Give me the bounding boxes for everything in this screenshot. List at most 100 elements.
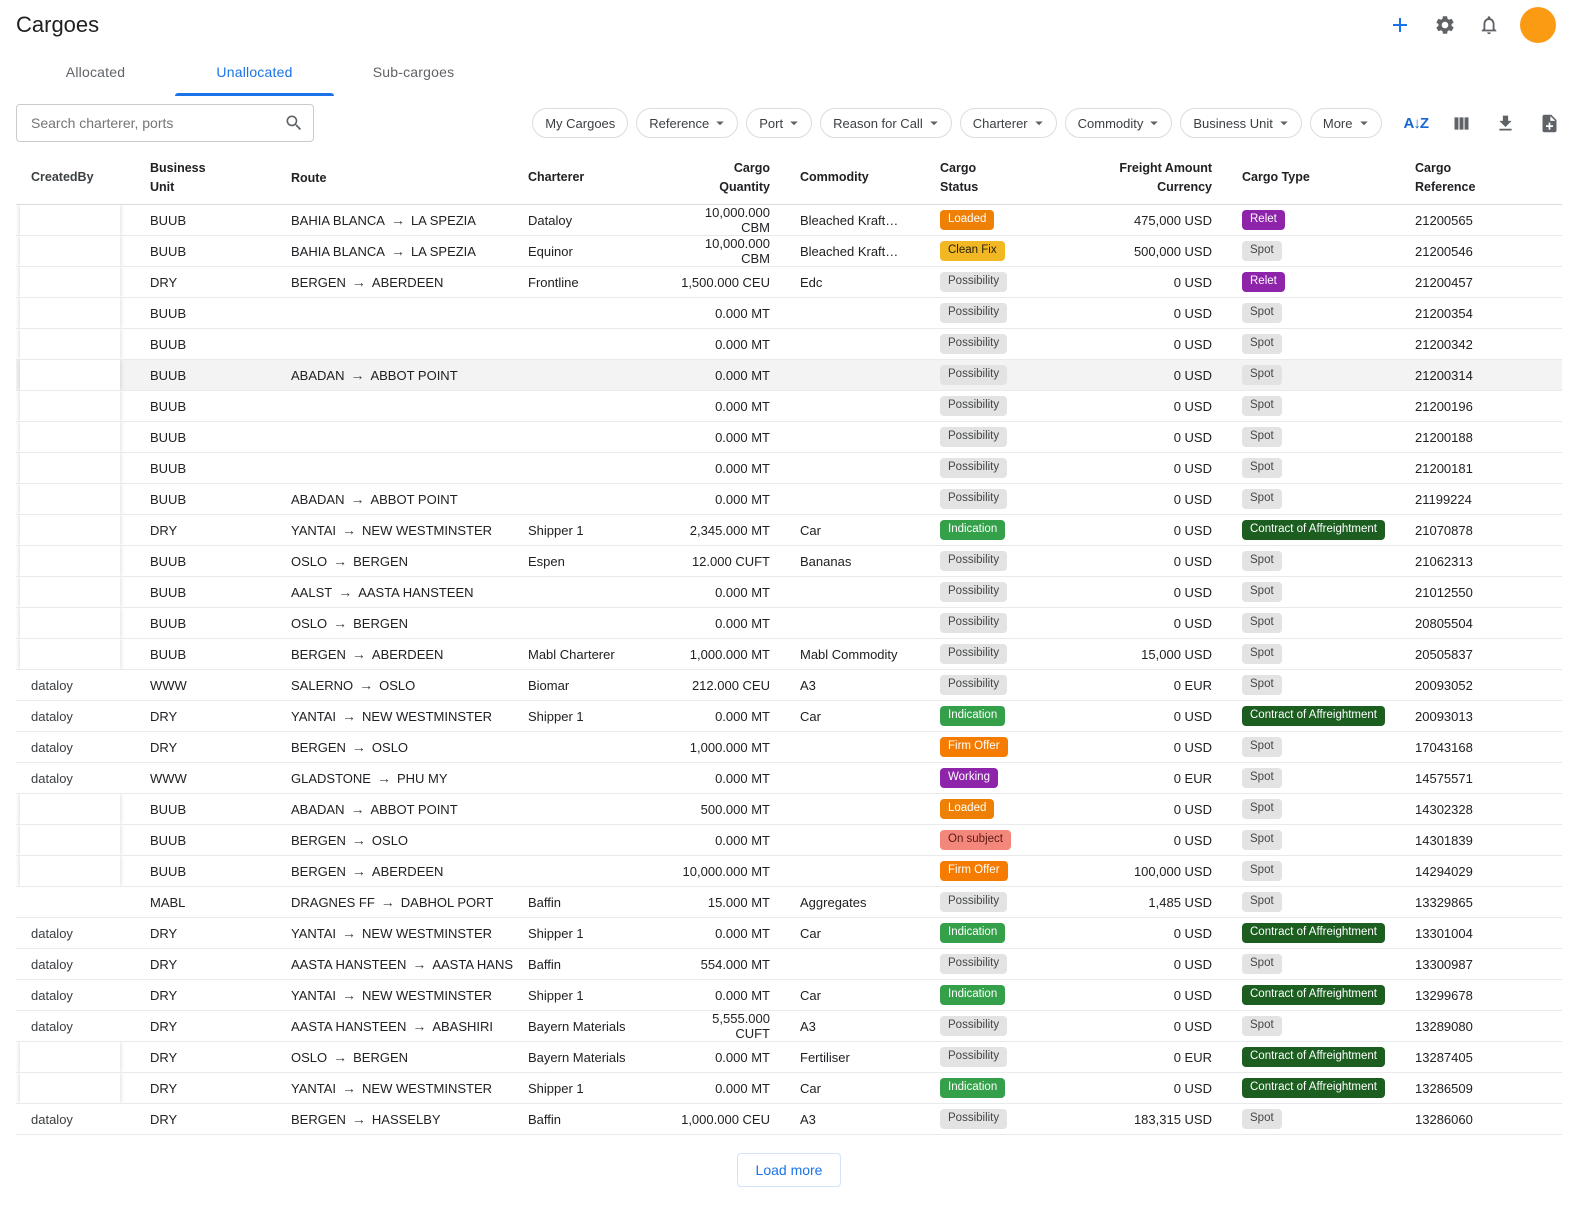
column-header-created-by[interactable]: CreatedBy [16,152,135,204]
cargo-table: CreatedByBusinessUnitRouteChartererCargo… [16,152,1562,1135]
settings-button[interactable] [1432,12,1458,38]
filter-chip-more[interactable]: More [1310,108,1382,138]
cell-cargo-reference: 21200314 [1403,368,1562,383]
cell-charterer: Bayern Materials [513,1050,663,1065]
download-button[interactable] [1493,111,1518,136]
column-header-cargo-type[interactable]: Cargo Type [1227,168,1403,187]
table-row[interactable]: BUUBBAHIA BLANCA→LA SPEZIAEquinor10,000.… [16,236,1562,267]
table-row[interactable]: dataloyDRYBERGEN→HASSELBYBaffin1,000.000… [16,1104,1562,1135]
route-arrow-icon: → [352,739,366,755]
table-row[interactable]: DRYYANTAI→NEW WESTMINSTERShipper 12,345.… [16,515,1562,546]
table-row[interactable]: dataloyDRYAASTA HANSTEEN→AASTA HANSTEENB… [16,949,1562,980]
table-row[interactable]: DRYOSLO→BERGENBayern Materials0.000 MTFe… [16,1042,1562,1073]
table-row[interactable]: DRYYANTAI→NEW WESTMINSTERShipper 10.000 … [16,1073,1562,1104]
route-origin: BAHIA BLANCA [291,244,385,259]
cell-cargo-type: Spot [1227,861,1403,881]
table-row[interactable]: MABLDRAGNES FF→DABHOL PORTBaffin15.000 M… [16,887,1562,918]
table-row[interactable]: BUUB0.000 MTPossibility0 USDSpot21200196 [16,391,1562,422]
view-columns-icon [1451,113,1472,134]
sort-az-button[interactable]: A↓Z [1402,113,1431,134]
table-row[interactable]: dataloyDRYAASTA HANSTEEN→ABASHIRIBayern … [16,1011,1562,1042]
table-row[interactable]: BUUBBERGEN→OSLO0.000 MTOn subject0 USDSp… [16,825,1562,856]
route-origin: YANTAI [291,988,336,1003]
filter-chip-port[interactable]: Port [746,108,812,138]
table-row[interactable]: DRYBERGEN→ABERDEENFrontline1,500.000 CEU… [16,267,1562,298]
cell-cargo-reference: 20093052 [1403,678,1562,693]
filter-chip-reason-for-call[interactable]: Reason for Call [820,108,952,138]
cell-cargo-status: Possibility [925,272,1097,292]
table-row[interactable]: BUUBBERGEN→ABERDEENMabl Charterer1,000.0… [16,639,1562,670]
cell-created-by [16,577,135,607]
cargo-type-badge: Spot [1242,334,1282,354]
table-row[interactable]: BUUBAALST→AASTA HANSTEEN0.000 MTPossibil… [16,577,1562,608]
cell-cargo-reference: 20093013 [1403,709,1562,724]
table-row[interactable]: BUUBBERGEN→ABERDEEN10,000.000 MTFirm Off… [16,856,1562,887]
tab-sub-cargoes[interactable]: Sub-cargoes [334,48,493,96]
table-row[interactable]: BUUB0.000 MTPossibility0 USDSpot21200354 [16,298,1562,329]
cell-cargo-quantity: 0.000 MT [663,833,785,848]
route-destination: LA SPEZIA [411,244,476,259]
cell-created-by: dataloy [16,1011,135,1041]
cell-route: BERGEN→HASSELBY [276,1108,513,1131]
export-file-button[interactable] [1537,111,1562,136]
table-row[interactable]: dataloyDRYBERGEN→OSLO1,000.000 MTFirm Of… [16,732,1562,763]
tab-unallocated[interactable]: Unallocated [175,48,334,96]
table-row[interactable]: BUUBOSLO→BERGEN0.000 MTPossibility0 USDS… [16,608,1562,639]
route-destination: BERGEN [353,1050,408,1065]
route-origin: AASTA HANSTEEN [291,1019,406,1034]
load-more-button[interactable]: Load more [737,1153,842,1187]
cell-cargo-reference: 21062313 [1403,554,1562,569]
search-icon[interactable] [284,113,304,133]
table-row[interactable]: dataloyWWWGLADSTONE→PHU MY0.000 MTWorkin… [16,763,1562,794]
tab-allocated[interactable]: Allocated [16,48,175,96]
table-row[interactable]: BUUBABADAN→ABBOT POINT0.000 MTPossibilit… [16,360,1562,391]
column-header-cargo-status[interactable]: CargoStatus [925,159,1097,198]
route-arrow-icon: → [338,584,352,600]
column-header-charterer[interactable]: Charterer [513,168,663,187]
column-header-freight-amount-currency[interactable]: Freight AmountCurrency [1097,159,1227,198]
filter-chip-business-unit[interactable]: Business Unit [1180,108,1301,138]
column-header-commodity[interactable]: Commodity [785,168,925,187]
cargo-status-badge: Firm Offer [940,737,1008,757]
add-button[interactable] [1386,11,1414,39]
cell-route: DRAGNES FF→DABHOL PORT [276,891,513,914]
filter-chip-my-cargoes[interactable]: My Cargoes [532,108,628,138]
cell-business-unit: DRY [135,1050,276,1065]
filter-chip-reference[interactable]: Reference [636,108,738,138]
columns-button[interactable] [1449,111,1474,136]
table-row[interactable]: dataloyDRYYANTAI→NEW WESTMINSTERShipper … [16,701,1562,732]
cell-business-unit: BUUB [135,368,276,383]
table-row[interactable]: dataloyDRYYANTAI→NEW WESTMINSTERShipper … [16,918,1562,949]
route-destination: NEW WESTMINSTER [362,926,492,941]
table-row[interactable]: BUUB0.000 MTPossibility0 USDSpot21200181 [16,453,1562,484]
chevron-down-icon [785,114,803,132]
user-avatar[interactable] [1520,7,1556,43]
cell-charterer: Frontline [513,275,663,290]
cell-cargo-status: Indication [925,985,1097,1005]
table-row[interactable]: BUUBBAHIA BLANCA→LA SPEZIADataloy10,000.… [16,205,1562,236]
table-row[interactable]: BUUBABADAN→ABBOT POINT500.000 MTLoaded0 … [16,794,1562,825]
cell-created-by [16,329,135,359]
cell-cargo-quantity: 10,000.000 CBM [663,236,785,266]
cell-commodity: Car [785,988,925,1003]
cell-cargo-reference: 13286509 [1403,1081,1562,1096]
search-input[interactable] [16,104,314,142]
table-row[interactable]: BUUB0.000 MTPossibility0 USDSpot21200188 [16,422,1562,453]
filter-chip-commodity[interactable]: Commodity [1065,108,1173,138]
filter-chip-charterer[interactable]: Charterer [960,108,1057,138]
cell-cargo-type: Spot [1227,396,1403,416]
column-header-cargo-reference[interactable]: CargoReference [1403,159,1562,198]
cargo-type-badge: Spot [1242,1016,1282,1036]
table-row[interactable]: BUUBABADAN→ABBOT POINT0.000 MTPossibilit… [16,484,1562,515]
cell-route [276,311,513,315]
filter-chip-label: Port [759,116,783,131]
column-header-business-unit[interactable]: BusinessUnit [135,159,276,198]
table-row[interactable]: BUUBOSLO→BERGENEspen12.000 CUFTBananasPo… [16,546,1562,577]
table-row[interactable]: dataloyDRYYANTAI→NEW WESTMINSTERShipper … [16,980,1562,1011]
column-header-route[interactable]: Route [276,168,513,189]
column-header-cargo-quantity[interactable]: CargoQuantity [663,159,785,198]
cell-cargo-type: Contract of Affreightment [1227,706,1403,726]
table-row[interactable]: BUUB0.000 MTPossibility0 USDSpot21200342 [16,329,1562,360]
notifications-button[interactable] [1476,12,1502,38]
table-row[interactable]: dataloyWWWSALERNO→OSLOBiomar212.000 CEUA… [16,670,1562,701]
